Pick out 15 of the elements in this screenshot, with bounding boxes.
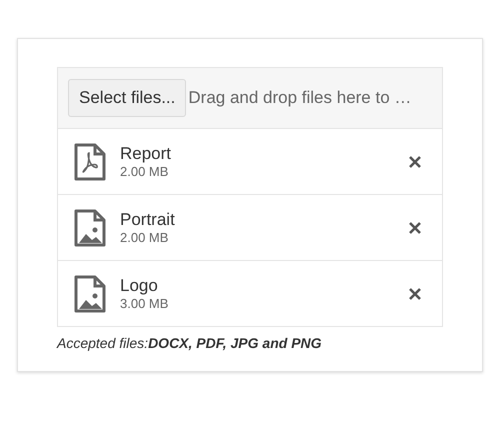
close-icon[interactable] <box>408 286 422 300</box>
accepted-files-note: Accepted files:DOCX, PDF, JPG and PNG <box>57 335 323 351</box>
pdf-file-icon <box>74 142 106 180</box>
drop-hint: Drag and drop files here to … <box>188 88 412 108</box>
file-name: Report <box>120 144 172 164</box>
file-size: 3.00 MB <box>120 296 170 311</box>
close-icon[interactable] <box>408 220 422 234</box>
image-file-icon <box>74 274 106 312</box>
close-icon[interactable] <box>408 154 422 168</box>
file-size: 2.00 MB <box>120 164 170 179</box>
select-files-button[interactable]: Select files... <box>68 79 186 117</box>
file-name: Portrait <box>120 210 176 230</box>
file-name: Logo <box>120 276 159 296</box>
file-size: 2.00 MB <box>120 230 170 245</box>
image-file-icon <box>74 208 106 246</box>
